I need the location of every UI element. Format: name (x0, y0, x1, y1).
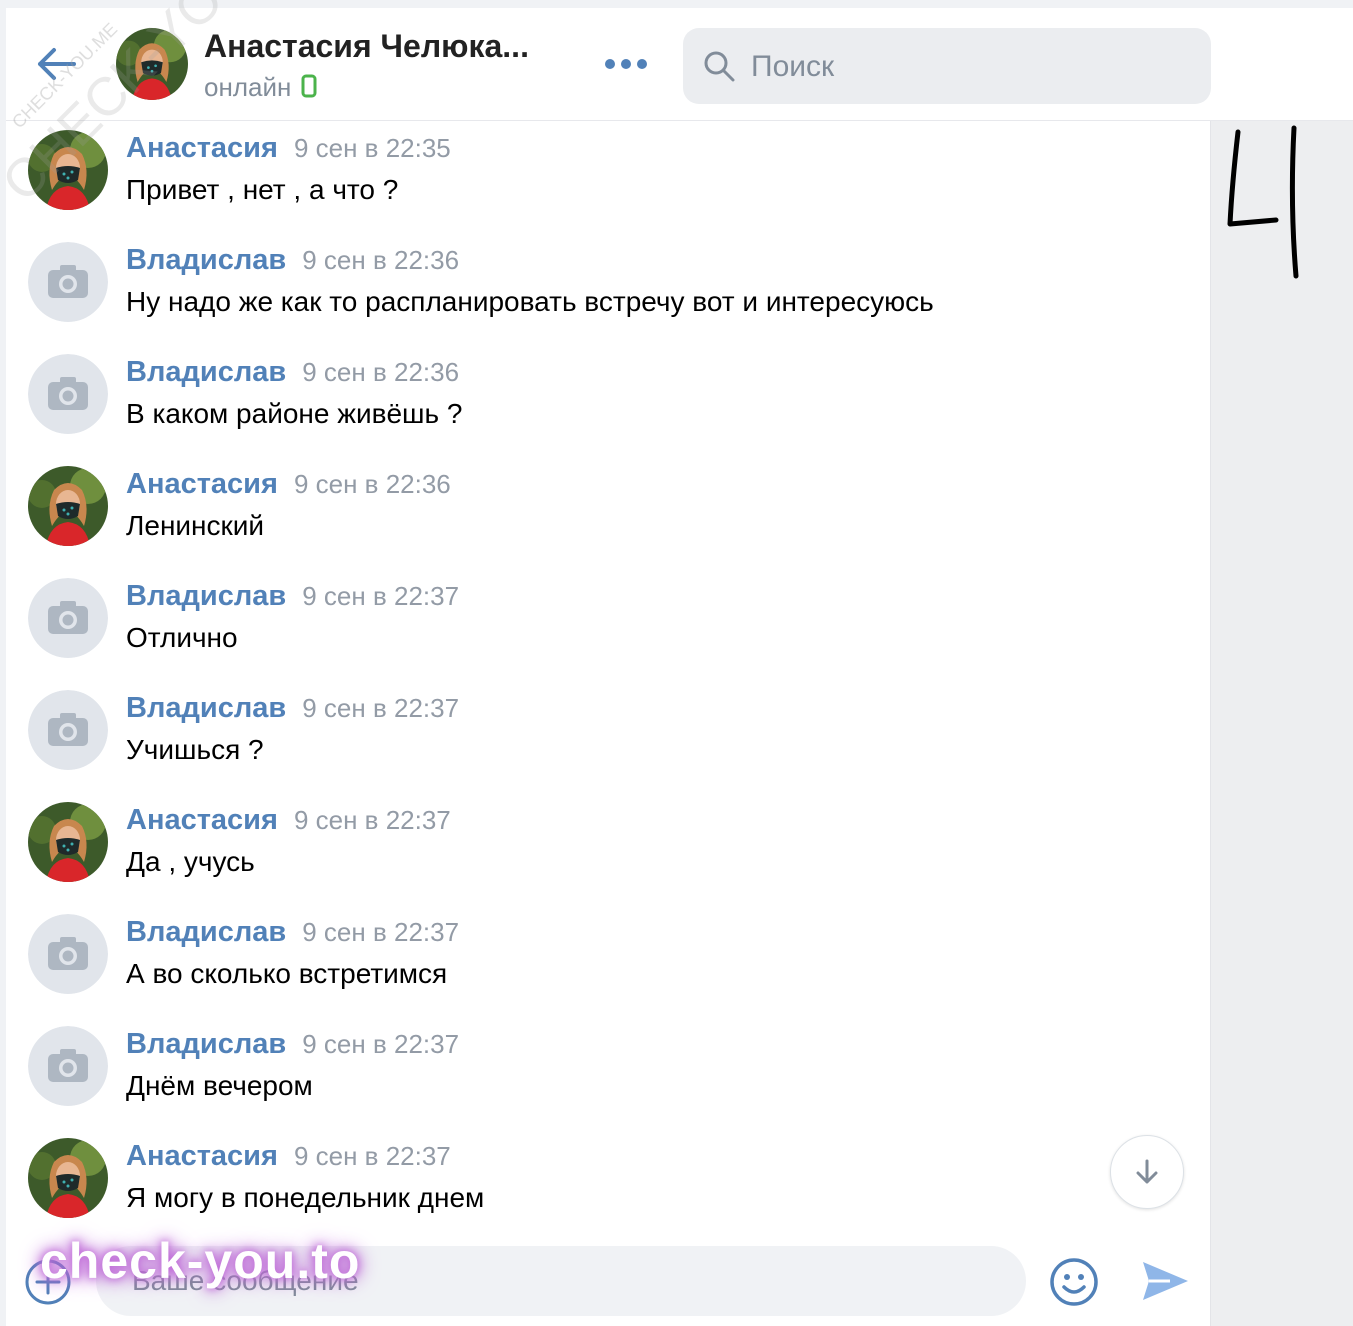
message-row: Владислав 9 сен в 22:36 В каком районе жив… (6, 344, 1206, 456)
composer (6, 1232, 1210, 1326)
message-text: А во сколько встретимся (126, 958, 448, 989)
attach-button[interactable] (24, 1258, 72, 1306)
message-row: Анастасия 9 сен в 22:37 Я могу в понедельн… (6, 1128, 1206, 1230)
message-author[interactable]: Анастасия 9 сен в 22:37 (126, 1140, 451, 1173)
contact-name[interactable]: Анастасия Челюка... (204, 28, 529, 65)
contact-status: онлайн (204, 72, 317, 103)
chat-header: Анастасия Челюка... онлайн (6, 8, 1353, 121)
message-time[interactable]: 9 сен в 22:35 (294, 133, 451, 163)
author-avatar-placeholder[interactable] (28, 578, 108, 658)
author-name[interactable]: Владислав (126, 580, 286, 612)
plus-circle-icon (25, 1259, 71, 1305)
emoji-button[interactable] (1048, 1256, 1100, 1308)
message-text: Я могу в понедельник днем (126, 1182, 485, 1213)
author-name[interactable]: Владислав (126, 356, 286, 388)
message-row: Владислав 9 сен в 22:36 Ну надо же как то … (6, 232, 1206, 344)
search-icon (704, 51, 735, 82)
avatar-photo (28, 466, 108, 546)
camera-icon (28, 242, 108, 322)
message-text: Привет , нет , а что ? (126, 174, 399, 205)
message-time[interactable]: 9 сен в 22:36 (302, 245, 459, 275)
author-avatar-placeholder[interactable] (28, 242, 108, 322)
message-row: Владислав 9 сен в 22:37 Учишься ? (6, 680, 1206, 792)
message-time[interactable]: 9 сен в 22:36 (294, 469, 451, 499)
send-button[interactable] (1140, 1258, 1190, 1304)
message-text: Ну надо же как то распланировать встречу… (126, 286, 934, 317)
message-text: В каком районе живёшь ? (126, 398, 463, 429)
author-name[interactable]: Анастасия (126, 468, 278, 500)
author-name[interactable]: Владислав (126, 692, 286, 724)
author-avatar-photo[interactable] (28, 130, 108, 210)
camera-icon (28, 578, 108, 658)
arrow-down-icon (1136, 1159, 1158, 1184)
avatar-photo (28, 1138, 108, 1218)
message-list: Анастасия 9 сен в 22:35 Привет , нет , а ч… (6, 120, 1210, 1230)
message-row: Владислав 9 сен в 22:37 Отлично (6, 568, 1206, 680)
search-input[interactable] (749, 46, 1193, 88)
message-text: Днём вечером (126, 1070, 313, 1101)
camera-icon (28, 1026, 108, 1106)
contact-photo (116, 28, 188, 100)
author-avatar-placeholder[interactable] (28, 354, 108, 434)
message-time[interactable]: 9 сен в 22:37 (294, 805, 451, 835)
camera-icon (28, 354, 108, 434)
author-avatar-placeholder[interactable] (28, 690, 108, 770)
avatar-photo (28, 802, 108, 882)
scroll-down-button[interactable] (1110, 1135, 1184, 1209)
message-text: Учишься ? (126, 734, 264, 765)
author-avatar-placeholder[interactable] (28, 1026, 108, 1106)
message-author[interactable]: Владислав 9 сен в 22:36 (126, 244, 459, 277)
message-text: Отлично (126, 622, 238, 653)
status-text: онлайн (204, 72, 292, 102)
message-row: Анастасия 9 сен в 22:36 Ленинский (6, 456, 1206, 568)
author-name[interactable]: Анастасия (126, 1140, 278, 1172)
contact-avatar[interactable] (116, 28, 188, 100)
author-avatar-placeholder[interactable] (28, 914, 108, 994)
back-button[interactable] (34, 46, 78, 82)
message-text: Ленинский (126, 510, 265, 541)
author-name[interactable]: Анастасия (126, 132, 278, 164)
right-sidebar (1210, 120, 1353, 1326)
top-strip (0, 0, 1353, 8)
message-author[interactable]: Анастасия 9 сен в 22:35 (126, 132, 451, 165)
author-avatar-photo[interactable] (28, 466, 108, 546)
message-time[interactable]: 9 сен в 22:37 (302, 693, 459, 723)
author-name[interactable]: Владислав (126, 916, 286, 948)
message-time[interactable]: 9 сен в 22:37 (302, 581, 459, 611)
message-time[interactable]: 9 сен в 22:37 (302, 917, 459, 947)
author-name[interactable]: Владислав (126, 1028, 286, 1060)
message-author[interactable]: Владислав 9 сен в 22:37 (126, 692, 459, 725)
avatar-photo (28, 130, 108, 210)
camera-icon (28, 690, 108, 770)
message-row: Владислав 9 сен в 22:37 А во сколько встре… (6, 904, 1206, 1016)
more-dots-icon (605, 59, 647, 69)
message-author[interactable]: Владислав 9 сен в 22:37 (126, 1028, 459, 1061)
message-author[interactable]: Владислав 9 сен в 22:37 (126, 916, 459, 949)
message-author[interactable]: Владислав 9 сен в 22:36 (126, 356, 459, 389)
message-time[interactable]: 9 сен в 22:36 (302, 357, 459, 387)
search-box[interactable] (683, 28, 1211, 104)
message-author[interactable]: Анастасия 9 сен в 22:37 (126, 804, 451, 837)
arrow-left-icon (38, 48, 76, 80)
smile-icon (1050, 1258, 1098, 1306)
camera-icon (28, 914, 108, 994)
message-row: Анастасия 9 сен в 22:35 Привет , нет , а ч… (6, 120, 1206, 232)
message-row: Анастасия 9 сен в 22:37 Да , учусь (6, 792, 1206, 904)
mobile-online-icon (301, 74, 317, 98)
message-row: Владислав 9 сен в 22:37 Днём вечером (6, 1016, 1206, 1128)
message-author[interactable]: Владислав 9 сен в 22:37 (126, 580, 459, 613)
handwritten-mark (1227, 125, 1299, 279)
message-time[interactable]: 9 сен в 22:37 (302, 1029, 459, 1059)
author-avatar-photo[interactable] (28, 1138, 108, 1218)
author-name[interactable]: Владислав (126, 244, 286, 276)
author-avatar-photo[interactable] (28, 802, 108, 882)
author-name[interactable]: Анастасия (126, 804, 278, 836)
message-time[interactable]: 9 сен в 22:37 (294, 1141, 451, 1171)
message-author[interactable]: Анастасия 9 сен в 22:36 (126, 468, 451, 501)
message-text: Да , учусь (126, 846, 255, 877)
send-icon (1143, 1262, 1188, 1300)
message-input[interactable] (96, 1246, 1026, 1316)
more-button[interactable] (602, 54, 650, 74)
